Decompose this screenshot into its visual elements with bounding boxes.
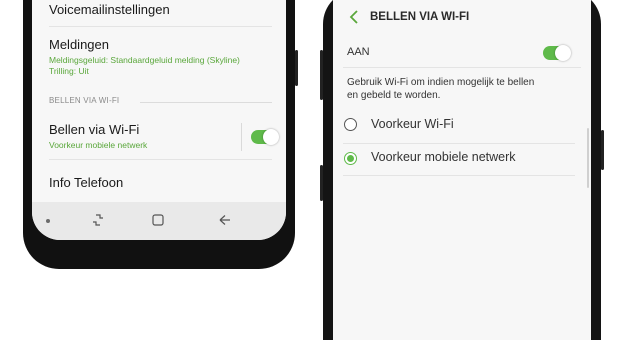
navigation-bar: [32, 202, 286, 240]
power-button: [601, 130, 604, 170]
toggle-knob: [263, 129, 279, 145]
radio-wifi-preferred[interactable]: [344, 118, 357, 131]
nav-dot-indicator: [46, 219, 50, 223]
side-button: [295, 50, 298, 86]
section-header-wifi-calling: BELLEN VIA WI-FI: [49, 96, 120, 105]
radio-mobile-preferred[interactable]: [344, 152, 357, 165]
recent-apps-icon[interactable]: [90, 212, 106, 228]
wifi-calling-subtitle: Voorkeur mobiele netwerk: [49, 140, 148, 150]
option-wifi-preferred-label: Voorkeur Wi-Fi: [371, 117, 454, 131]
page-title: BELLEN VIA WI-FI: [370, 11, 470, 23]
divider: [343, 175, 575, 176]
wifi-calling-toggle[interactable]: [251, 129, 279, 145]
bixby-button: [320, 165, 323, 201]
divider: [343, 143, 575, 144]
divider: [343, 67, 581, 68]
master-switch-label: AAN: [347, 46, 370, 58]
left-phone-screen: Voicemailinstellingen Meldingen Meldings…: [32, 0, 286, 240]
toggle-knob: [555, 45, 571, 61]
notifications-vibration-subtitle: Trilling: Uit: [49, 66, 89, 76]
description-text: Gebruik Wi-Fi om indien mogelijk te bell…: [347, 76, 534, 102]
section-divider: [140, 102, 272, 103]
right-phone-frame: BELLEN VIA WI-FI AAN Gebruik Wi-Fi om in…: [320, 0, 604, 340]
divider: [49, 159, 272, 160]
description-line-1: Gebruik Wi-Fi om indien mogelijk te bell…: [347, 77, 535, 88]
home-icon[interactable]: [150, 212, 166, 228]
back-icon[interactable]: [217, 212, 233, 228]
option-mobile-preferred-label: Voorkeur mobiele netwerk: [371, 150, 516, 164]
wifi-calling-item[interactable]: Bellen via Wi-Fi Voorkeur mobiele netwer…: [49, 122, 226, 151]
vertical-divider: [241, 123, 242, 151]
back-arrow-icon[interactable]: [347, 9, 361, 25]
notifications-item[interactable]: Meldingen Meldingsgeluid: Standaardgelui…: [49, 37, 272, 77]
description-line-2: en gebeld te worden.: [347, 90, 441, 101]
wifi-calling-title: Bellen via Wi-Fi: [49, 122, 140, 137]
app-bar: BELLEN VIA WI-FI: [333, 0, 591, 35]
notifications-title: Meldingen: [49, 37, 109, 52]
notifications-sound-subtitle: Meldingsgeluid: Standaardgeluid melding …: [49, 55, 240, 65]
scroll-indicator: [587, 128, 589, 188]
divider: [49, 26, 272, 27]
volume-button: [320, 50, 323, 100]
voicemail-settings-item[interactable]: Voicemailinstellingen: [49, 2, 272, 17]
info-phone-item[interactable]: Info Telefoon: [49, 175, 272, 190]
master-switch-toggle[interactable]: [543, 45, 571, 61]
left-phone-frame: Voicemailinstellingen Meldingen Meldings…: [23, 0, 298, 269]
right-phone-screen: BELLEN VIA WI-FI AAN Gebruik Wi-Fi om in…: [333, 0, 591, 340]
